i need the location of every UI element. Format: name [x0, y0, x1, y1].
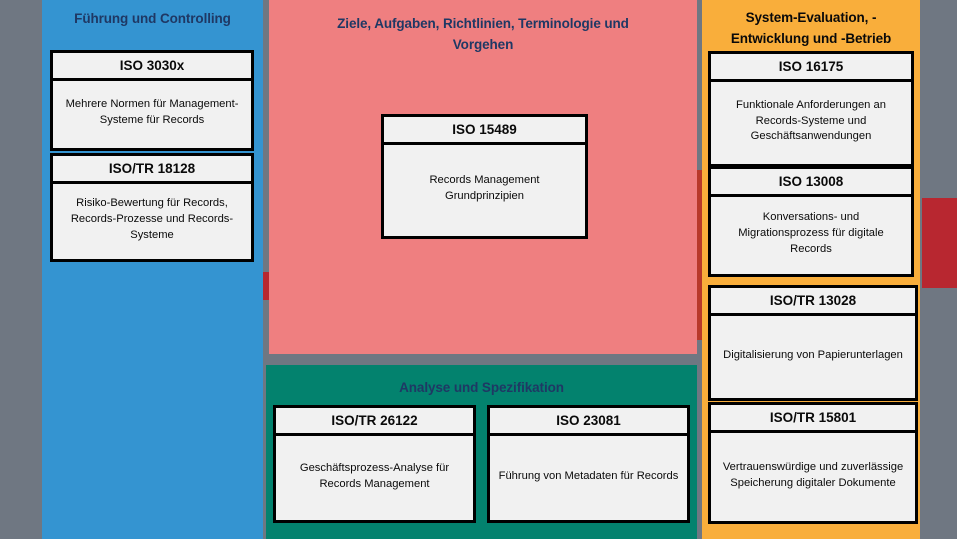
card-title: ISO 3030x: [53, 53, 251, 81]
standard-card-iso-13008[interactable]: ISO 13008 Konversations- und Migrationsp…: [708, 166, 914, 277]
card-body: Funktionale Anforderungen an Records-Sys…: [711, 82, 911, 161]
red-accent-shape-right: [922, 198, 957, 288]
panel-analysis-heading: Analyse und Spezifikation: [399, 380, 564, 395]
card-title: ISO 16175: [711, 54, 911, 82]
card-title: ISO 23081: [490, 408, 687, 436]
panel-goals-heading: Ziele, Aufgaben, Richtlinien, Terminolog…: [337, 16, 629, 52]
card-body: Geschäftsprozess-Analyse für Records Man…: [276, 436, 473, 517]
card-title: ISO 13008: [711, 169, 911, 197]
standard-card-iso-15489[interactable]: ISO 15489 Records Management Grundprinzi…: [381, 114, 588, 239]
card-body: Risiko-Bewertung für Records, Records-Pr…: [53, 184, 251, 256]
standard-card-iso-tr-15801[interactable]: ISO/TR 15801 Vertrauenswürdige und zuver…: [708, 402, 918, 524]
card-body: Digitalisierung von Papierunterlagen: [711, 316, 915, 395]
card-body: Mehrere Normen für Management-Systeme fü…: [53, 81, 251, 145]
card-body: Führung von Metadaten für Records: [490, 436, 687, 517]
standard-card-iso-tr-13028[interactable]: ISO/TR 13028 Digitalisierung von Papieru…: [708, 285, 918, 401]
standard-card-iso-tr-18128[interactable]: ISO/TR 18128 Risiko-Bewertung für Record…: [50, 153, 254, 262]
card-title: ISO/TR 18128: [53, 156, 251, 184]
standard-card-iso-3030x[interactable]: ISO 3030x Mehrere Normen für Management-…: [50, 50, 254, 151]
slide-canvas: Führung und Controlling ISO 3030x Mehrer…: [0, 0, 957, 539]
standard-card-iso-16175[interactable]: ISO 16175 Funktionale Anforderungen an R…: [708, 51, 914, 167]
panel-leadership-heading: Führung und Controlling: [74, 11, 231, 26]
card-title: ISO/TR 15801: [711, 405, 915, 433]
card-body: Vertrauenswürdige und zuverlässige Speic…: [711, 433, 915, 518]
card-title: ISO/TR 26122: [276, 408, 473, 436]
panel-evaluation-heading: System-Evaluation, -Entwicklung und -Bet…: [730, 10, 892, 46]
card-title: ISO 15489: [384, 117, 585, 145]
card-body: Konversations- und Migrationsprozess für…: [711, 197, 911, 271]
card-body: Records Management Grundprinzipien: [384, 145, 585, 233]
standard-card-iso-23081[interactable]: ISO 23081 Führung von Metadaten für Reco…: [487, 405, 690, 523]
standard-card-iso-tr-26122[interactable]: ISO/TR 26122 Geschäftsprozess-Analyse fü…: [273, 405, 476, 523]
card-title: ISO/TR 13028: [711, 288, 915, 316]
